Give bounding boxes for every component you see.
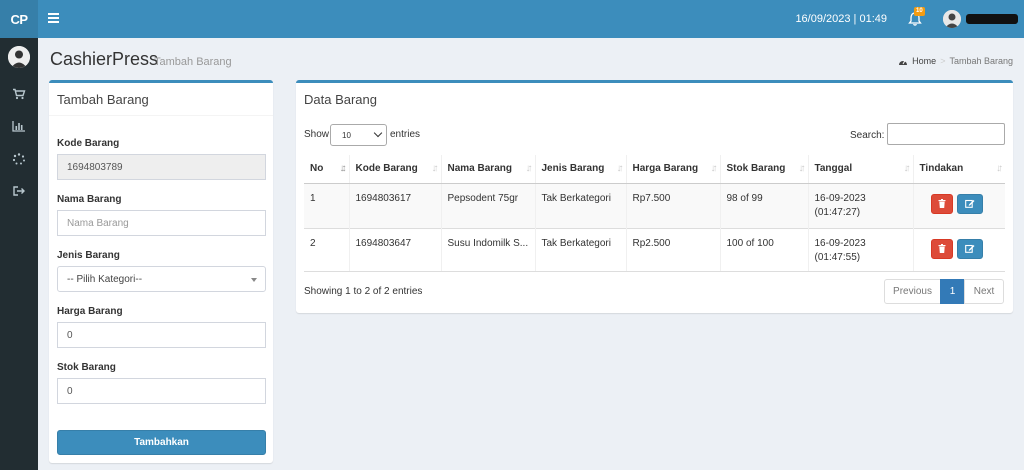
edit-icon bbox=[964, 199, 974, 208]
table-header-row: No ↓↕ Kode Barang ↓↑ Nama Barang ↓↑ Jenis B… bbox=[304, 155, 1005, 184]
page-length-select[interactable]: 10 bbox=[330, 124, 387, 146]
next-button[interactable]: Next bbox=[964, 279, 1004, 304]
cell-tanggal: 16-09-2023 (01:47:55) bbox=[807, 227, 913, 272]
jenis-barang-select[interactable]: -- Pilih Kategori-- bbox=[57, 266, 266, 292]
search-input[interactable] bbox=[887, 123, 1005, 145]
header-tanggal[interactable]: Tanggal ↓↑ bbox=[807, 155, 913, 184]
page-1-button[interactable]: 1 bbox=[940, 279, 965, 304]
pagination: Previous 1 Next bbox=[884, 279, 1004, 304]
cell-kode: 1694803617 bbox=[348, 182, 441, 228]
header-stok-barang[interactable]: Stok Barang ↓↑ bbox=[719, 155, 808, 184]
spinner-icon[interactable] bbox=[12, 153, 26, 165]
breadcrumb-separator: > bbox=[940, 56, 946, 66]
stok-barang-input[interactable] bbox=[57, 378, 266, 404]
menu-icon[interactable] bbox=[48, 13, 59, 24]
items-table: No ↓↕ Kode Barang ↓↑ Nama Barang ↓↑ Jenis B… bbox=[304, 155, 1005, 272]
cell-harga: Rp2.500 bbox=[625, 227, 720, 272]
sidebar bbox=[0, 38, 38, 470]
form-divider bbox=[49, 115, 273, 116]
page-length-value: 10 bbox=[342, 131, 351, 140]
cell-nama: Susu Indomilk S... bbox=[440, 227, 535, 272]
header-kode-barang[interactable]: Kode Barang ↓↑ bbox=[348, 155, 441, 184]
dashboard-icon bbox=[899, 59, 908, 65]
cell-jenis: Tak Berkategori bbox=[534, 227, 626, 272]
table-title: Data Barang bbox=[304, 92, 377, 107]
header-harga-barang[interactable]: Harga Barang ↓↑ bbox=[625, 155, 720, 184]
cell-tanggal: 16-09-2023 (01:47:27) bbox=[807, 182, 913, 228]
jenis-barang-selected: -- Pilih Kategori-- bbox=[67, 274, 143, 285]
show-label: Show bbox=[304, 129, 330, 140]
breadcrumb: Home > Tambah Barang bbox=[898, 56, 1013, 66]
header-tindakan[interactable]: Tindakan ↓↑ bbox=[912, 155, 1005, 184]
cell-tindakan bbox=[912, 227, 1005, 272]
jenis-barang-label: Jenis Barang bbox=[57, 250, 120, 261]
entries-label: entries bbox=[390, 129, 421, 140]
sign-out-icon[interactable] bbox=[12, 185, 26, 197]
trash-icon bbox=[938, 244, 945, 253]
tanggal-time: (01:47:55) bbox=[814, 251, 861, 263]
sort-icon: ↓↑ bbox=[431, 163, 439, 174]
bar-chart-icon[interactable] bbox=[12, 120, 26, 132]
edit-button[interactable] bbox=[956, 193, 983, 214]
page-subtitle: Tambah Barang bbox=[154, 56, 232, 68]
search-label: Search: bbox=[850, 130, 885, 141]
tanggal-date: 16-09-2023 bbox=[814, 237, 866, 249]
header-no[interactable]: No ↓↕ bbox=[304, 155, 349, 184]
sort-icon: ↓↑ bbox=[996, 163, 1003, 174]
top-navbar: CP 16/09/2023 | 01:49 10 bbox=[0, 0, 1024, 38]
sort-icon: ↓↑ bbox=[903, 163, 911, 174]
breadcrumb-current: Tambah Barang bbox=[949, 56, 1013, 66]
harga-barang-input[interactable] bbox=[57, 322, 266, 348]
nama-barang-input[interactable] bbox=[57, 210, 266, 236]
cell-stok: 98 of 99 bbox=[719, 182, 808, 228]
cell-harga: Rp7.500 bbox=[625, 182, 720, 228]
user-name-redacted[interactable] bbox=[966, 14, 1018, 24]
kode-barang-label: Kode Barang bbox=[57, 138, 120, 149]
tanggal-time: (01:47:27) bbox=[814, 206, 861, 218]
nama-barang-label: Nama Barang bbox=[57, 194, 122, 205]
cell-tindakan bbox=[912, 182, 1005, 228]
add-item-form-box: Tambah Barang Kode Barang Nama Barang Je… bbox=[49, 80, 273, 463]
user-avatar[interactable] bbox=[943, 10, 961, 28]
harga-barang-label: Harga Barang bbox=[57, 306, 123, 317]
delete-button[interactable] bbox=[930, 238, 953, 259]
edit-icon bbox=[964, 244, 974, 253]
delete-button[interactable] bbox=[930, 193, 953, 214]
sort-icon: ↓↑ bbox=[525, 163, 533, 174]
kode-barang-input[interactable] bbox=[57, 154, 266, 180]
cell-jenis: Tak Berkategori bbox=[534, 182, 626, 228]
sort-icon: ↓↕ bbox=[339, 163, 347, 174]
table-row: 2 1694803647 Susu Indomilk S... Tak Berk… bbox=[304, 227, 1005, 272]
sort-icon: ↓↑ bbox=[616, 163, 624, 174]
stok-barang-label: Stok Barang bbox=[57, 362, 116, 373]
header-jenis-barang[interactable]: Jenis Barang ↓↑ bbox=[534, 155, 626, 184]
notification-badge: 10 bbox=[914, 7, 925, 16]
form-title: Tambah Barang bbox=[57, 92, 149, 107]
sort-icon: ↓↑ bbox=[798, 163, 806, 174]
tambahkan-button[interactable]: Tambahkan bbox=[57, 430, 266, 455]
cart-icon[interactable] bbox=[12, 88, 26, 100]
chevron-down-icon bbox=[373, 128, 383, 138]
tanggal-date: 16-09-2023 bbox=[814, 192, 866, 204]
app-logo[interactable]: CP bbox=[0, 0, 38, 38]
breadcrumb-home[interactable]: Home bbox=[912, 56, 936, 66]
table-info: Showing 1 to 2 of 2 entries bbox=[304, 286, 423, 297]
edit-button[interactable] bbox=[956, 238, 983, 259]
table-row: 1 1694803617 Pepsodent 75gr Tak Berkateg… bbox=[304, 182, 1005, 228]
page-title: CashierPress bbox=[50, 49, 159, 69]
sidebar-avatar bbox=[8, 46, 30, 68]
trash-icon bbox=[938, 199, 945, 208]
select-arrow-icon bbox=[251, 278, 257, 282]
previous-button[interactable]: Previous bbox=[884, 279, 941, 304]
cell-kode: 1694803647 bbox=[348, 227, 441, 272]
cell-no: 1 bbox=[304, 182, 349, 228]
cell-stok: 100 of 100 bbox=[719, 227, 808, 272]
header-nama-barang[interactable]: Nama Barang ↓↑ bbox=[440, 155, 535, 184]
datetime-display: 16/09/2023 | 01:49 bbox=[795, 13, 887, 25]
cell-no: 2 bbox=[304, 227, 349, 272]
data-table-box: Data Barang Show 10 entries Search: No ↓↕… bbox=[296, 80, 1013, 313]
sort-icon: ↓↑ bbox=[710, 163, 718, 174]
cell-nama: Pepsodent 75gr bbox=[440, 182, 535, 228]
